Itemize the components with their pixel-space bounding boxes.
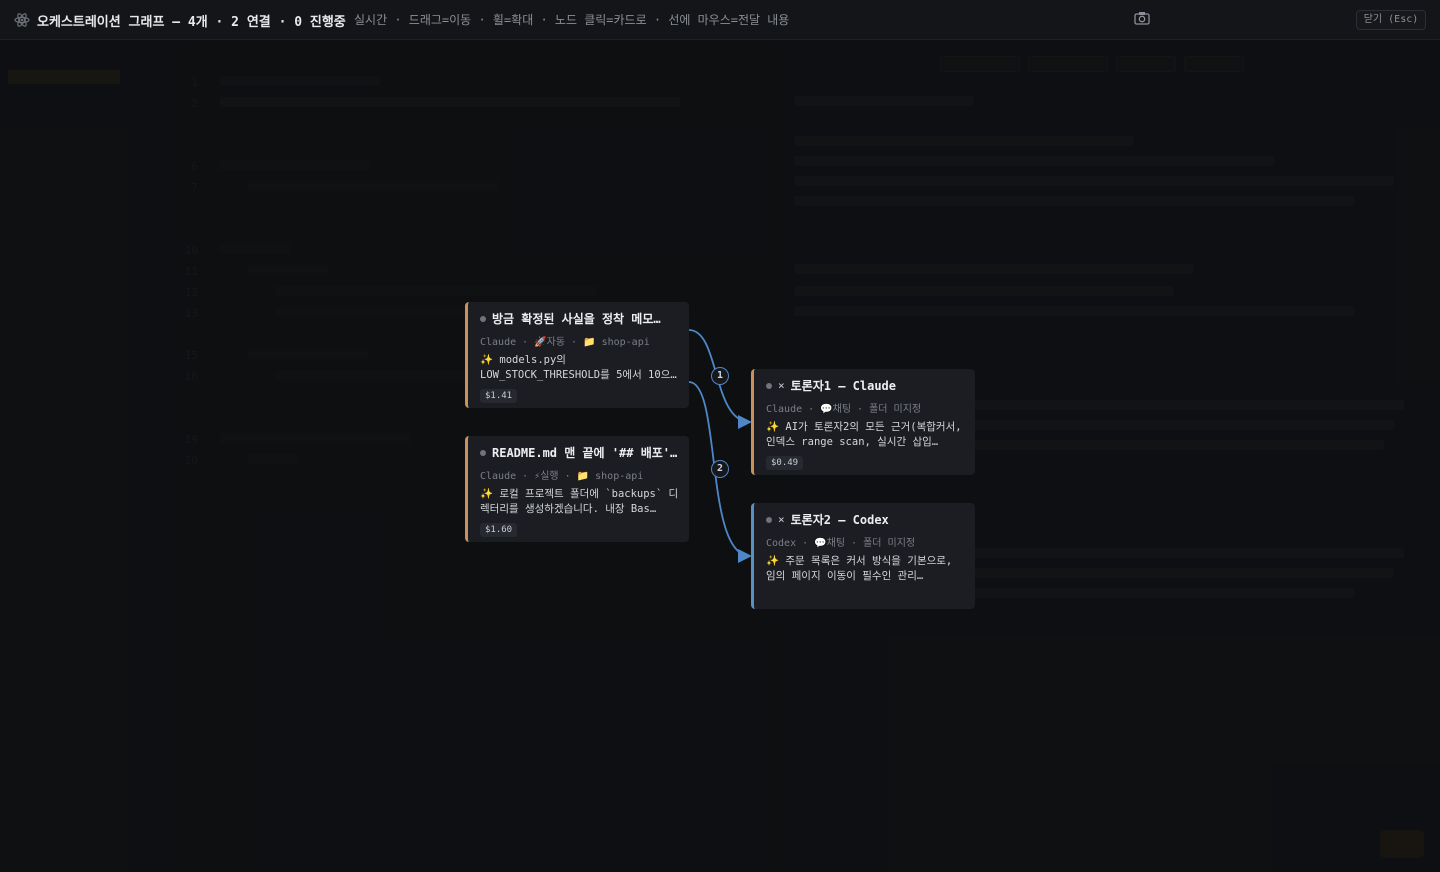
node-summary: ✨ AI가 토론자2의 모든 근거(복합커서, 인덱스 range scan, …: [766, 421, 962, 448]
node-summary: ✨ models.py의 LOW_STOCK_THRESHOLD를 5에서 10…: [480, 354, 671, 381]
graph-edges: [688, 329, 752, 563]
node-meta: Claude · ⚡실행 · 📁 shop-api: [480, 471, 644, 482]
node-header: README.md 맨 끝에 '## 배포' …: [480, 444, 679, 461]
node-title: README.md 맨 끝에 '## 배포' …: [492, 446, 679, 460]
node-cost-badge: $1.60: [480, 523, 518, 537]
node-header: × 토론자1 — Claude: [766, 377, 965, 394]
node-header: 방금 확정된 사실을 정착 메모…: [480, 310, 679, 327]
node-summary: ✨ 로컬 프로젝트 폴더에 `backups` 디렉터리를 생성하겠습니다. 내…: [480, 488, 679, 515]
node-header: × 토론자2 — Codex: [766, 511, 965, 528]
edge-2-label[interactable]: 2: [711, 460, 729, 478]
graph-node-debater-1[interactable]: × 토론자1 — Claude Claude · 💬채팅 · 폴더 미지정 ✨ …: [751, 369, 975, 475]
node-title: 토론자1 — Claude: [790, 379, 896, 393]
node-meta: Claude · 💬채팅 · 폴더 미지정: [766, 404, 922, 415]
graph-node-readme-deploy[interactable]: README.md 맨 끝에 '## 배포' … Claude · ⚡실행 · …: [465, 436, 689, 542]
status-dot-icon: [766, 516, 772, 523]
status-dot-icon: [480, 315, 486, 322]
edge-2-arrow-icon: [738, 549, 752, 563]
node-title: 방금 확정된 사실을 정착 메모…: [492, 312, 661, 326]
node-cost-badge: $1.41: [480, 389, 518, 403]
node-title: 토론자2 — Codex: [790, 513, 889, 527]
close-icon[interactable]: ×: [778, 513, 785, 526]
edge-1-arrow-icon: [738, 415, 752, 429]
edge-1-label[interactable]: 1: [711, 367, 729, 385]
graph-node-fact-memo[interactable]: 방금 확정된 사실을 정착 메모… Claude · 🚀자동 · 📁 shop-…: [465, 302, 689, 408]
status-dot-icon: [480, 449, 486, 456]
status-dot-icon: [766, 382, 772, 389]
graph-node-debater-2[interactable]: × 토론자2 — Codex Codex · 💬채팅 · 폴더 미지정 ✨ 주문…: [751, 503, 975, 609]
close-icon[interactable]: ×: [778, 379, 785, 392]
node-meta: Codex · 💬채팅 · 폴더 미지정: [766, 538, 916, 549]
node-summary: ✨ 주문 목록은 커서 방식을 기본으로, 임의 페이지 이동이 필수인 관리…: [766, 555, 953, 582]
node-cost-badge: $0.49: [766, 456, 804, 470]
node-meta: Claude · 🚀자동 · 📁 shop-api: [480, 337, 650, 348]
